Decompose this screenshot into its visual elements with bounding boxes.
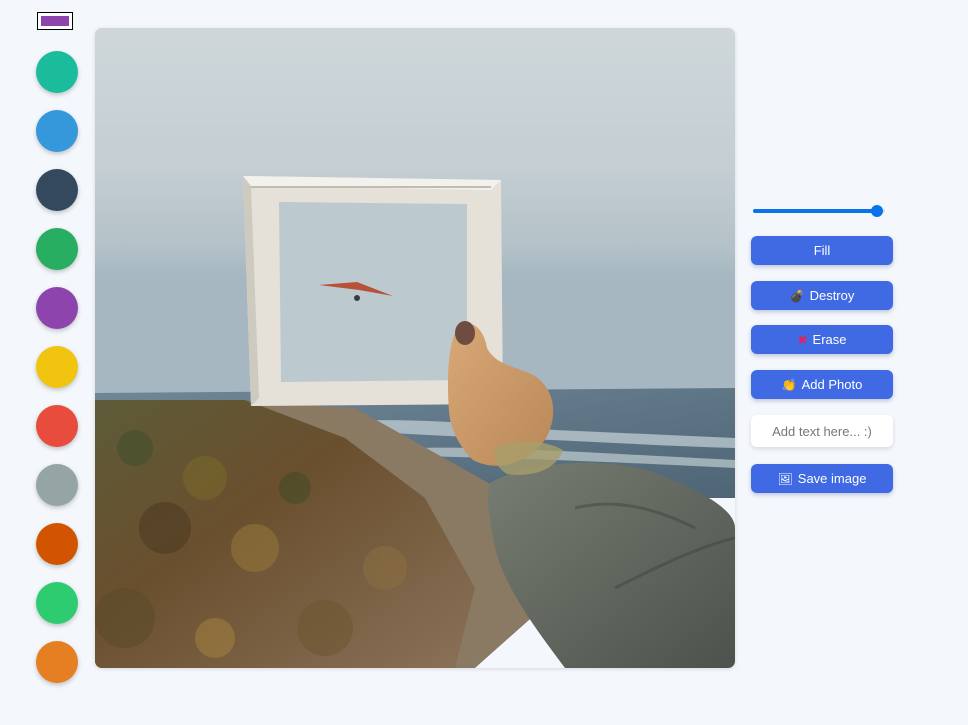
add-photo-button-label: Add Photo xyxy=(801,377,863,392)
cross-mark-icon: ✖ xyxy=(797,333,808,347)
drawing-canvas[interactable] xyxy=(95,28,735,668)
color-swatch-teal[interactable] xyxy=(36,51,78,93)
color-swatch-emerald[interactable] xyxy=(36,582,78,624)
color-swatch-green[interactable] xyxy=(36,228,78,270)
slider-track xyxy=(753,209,885,213)
erase-button[interactable]: ✖ Erase xyxy=(751,325,893,354)
save-image-button[interactable]: 🖼 Save image xyxy=(751,464,893,493)
color-swatch-red[interactable] xyxy=(36,405,78,447)
color-swatch-blue[interactable] xyxy=(36,110,78,152)
fill-button-label: Fill xyxy=(813,243,831,258)
paint-app: Fill 💣 Destroy ✖ Erase 👏 Add Photo 🖼 Save im… xyxy=(0,0,968,725)
bomb-icon: 💣 xyxy=(789,289,805,303)
color-swatch-orange[interactable] xyxy=(36,641,78,683)
canvas-photo xyxy=(95,28,735,668)
current-color-fill xyxy=(41,16,69,26)
fill-button[interactable]: Fill xyxy=(751,236,893,265)
slider-thumb[interactable] xyxy=(871,205,884,217)
slider-fill xyxy=(753,209,878,213)
erase-button-label: Erase xyxy=(812,332,847,347)
current-color-indicator[interactable] xyxy=(37,12,73,30)
color-swatch-yellow[interactable] xyxy=(36,346,78,388)
frame-icon: 🖼 xyxy=(777,472,793,486)
save-image-button-label: Save image xyxy=(797,471,867,486)
brush-size-slider[interactable] xyxy=(753,204,891,218)
color-swatch-dark-orange[interactable] xyxy=(36,523,78,565)
hand-icon: 👏 xyxy=(781,378,797,392)
color-swatch-navy[interactable] xyxy=(36,169,78,211)
color-swatch-purple[interactable] xyxy=(36,287,78,329)
destroy-button[interactable]: 💣 Destroy xyxy=(751,281,893,310)
add-photo-button[interactable]: 👏 Add Photo xyxy=(751,370,893,399)
color-swatch-gray[interactable] xyxy=(36,464,78,506)
destroy-button-label: Destroy xyxy=(809,288,855,303)
add-text-input[interactable] xyxy=(751,415,893,447)
